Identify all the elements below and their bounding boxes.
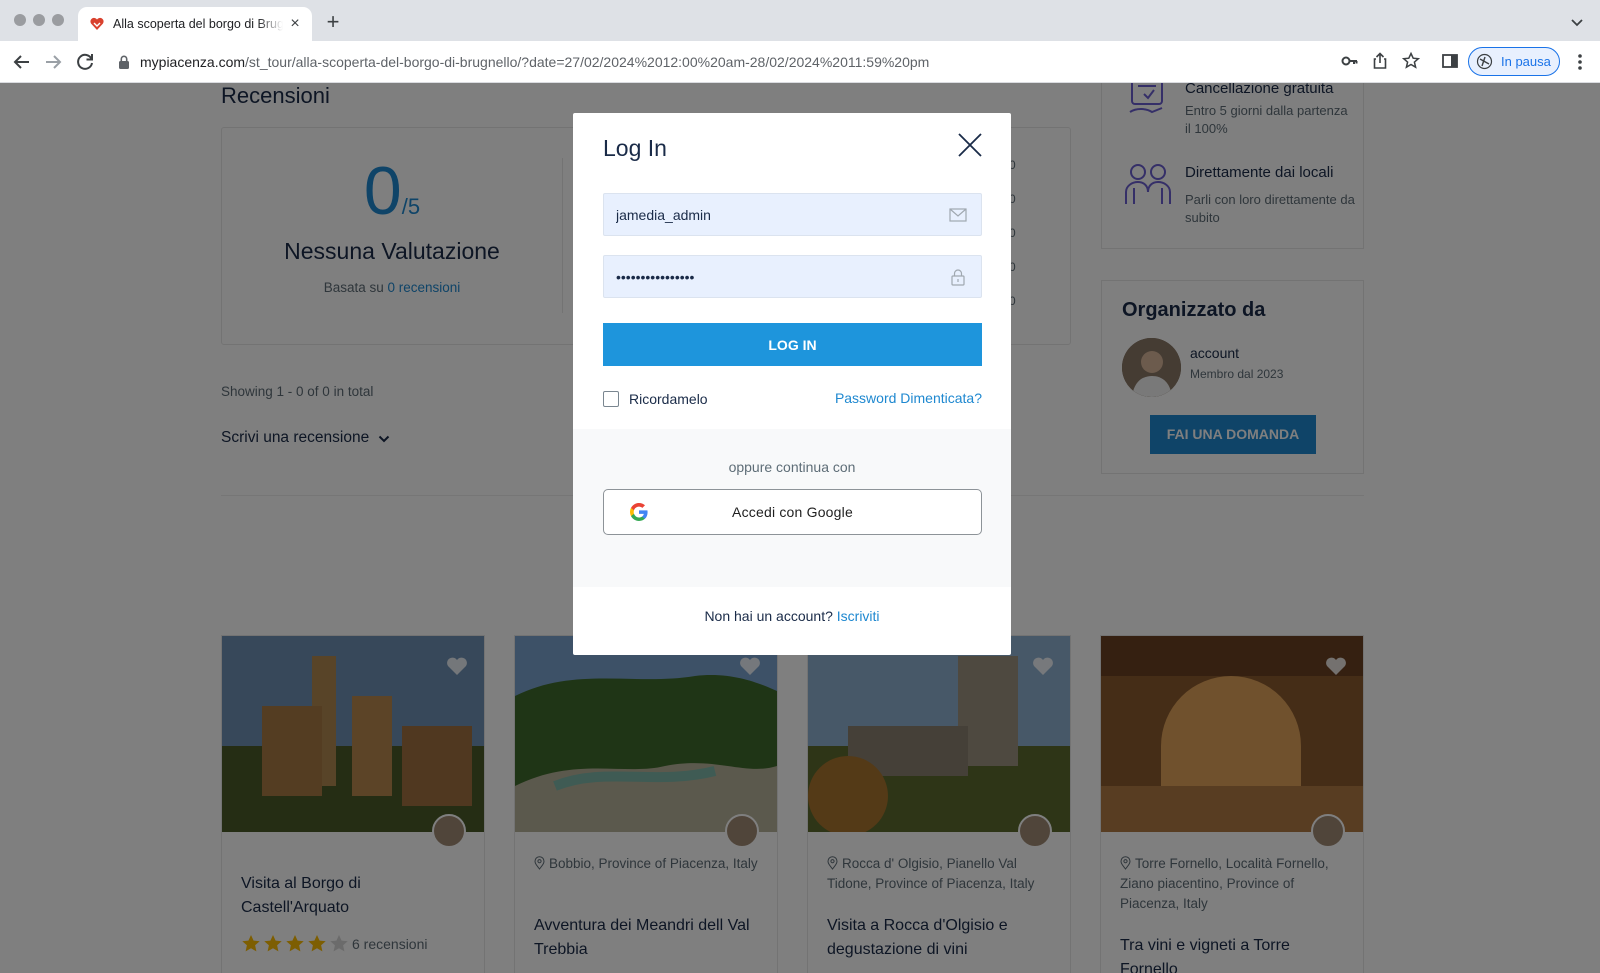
google-signin-label: Accedi con Google	[732, 504, 853, 520]
window-close-button[interactable]	[14, 14, 26, 26]
site-favicon-icon	[90, 17, 104, 30]
side-panel-icon[interactable]	[1440, 51, 1460, 71]
url-text[interactable]: mypiacenza.com/st_tour/alla-scoperta-del…	[140, 54, 929, 70]
tab-close-icon[interactable]: ×	[286, 15, 304, 33]
tab-title: Alla scoperta del borgo di Brugnello	[113, 17, 283, 31]
profile-paused-button[interactable]: In pausa	[1468, 47, 1560, 76]
close-icon[interactable]	[956, 131, 984, 159]
lock-icon[interactable]	[118, 55, 130, 69]
login-button[interactable]: LOG IN	[603, 323, 982, 366]
window-zoom-button[interactable]	[52, 14, 64, 26]
password-field[interactable]	[603, 255, 982, 298]
browser-menu-icon[interactable]	[1570, 51, 1590, 73]
forgot-password-link[interactable]: Password Dimenticata?	[835, 390, 982, 406]
signup-prompt: Non hai un account? Iscriviti	[573, 608, 1011, 624]
no-account-text: Non hai un account?	[704, 608, 833, 624]
signup-link[interactable]: Iscriviti	[837, 608, 880, 624]
tab-search-chevron-icon[interactable]	[1568, 13, 1586, 31]
address-bar[interactable]: mypiacenza.com/st_tour/alla-scoperta-del…	[108, 46, 1458, 78]
window-minimize-button[interactable]	[33, 14, 45, 26]
bookmark-star-icon[interactable]	[1401, 51, 1421, 71]
modal-title: Log In	[603, 135, 667, 161]
url-path: /st_tour/alla-scoperta-del-borgo-di-brug…	[245, 54, 930, 70]
password-input[interactable]	[616, 256, 936, 297]
remember-me-checkbox[interactable]	[603, 391, 619, 407]
new-tab-button[interactable]: +	[322, 11, 344, 33]
password-key-icon[interactable]	[1340, 51, 1360, 71]
mail-icon	[949, 208, 967, 222]
url-domain: mypiacenza.com	[140, 54, 246, 70]
username-input[interactable]	[616, 194, 936, 235]
back-arrow-icon[interactable]	[10, 50, 34, 74]
forward-arrow-icon[interactable]	[41, 50, 65, 74]
share-icon[interactable]	[1370, 51, 1390, 71]
reload-icon[interactable]	[73, 50, 97, 74]
sync-paused-icon	[1476, 53, 1493, 70]
remember-me-label[interactable]: Ricordamelo	[629, 391, 708, 407]
username-field[interactable]	[603, 193, 982, 236]
browser-tab-active[interactable]: Alla scoperta del borgo di Brugnello ×	[78, 7, 312, 41]
browser-toolbar: mypiacenza.com/st_tour/alla-scoperta-del…	[0, 41, 1600, 83]
google-signin-button[interactable]: Accedi con Google	[603, 489, 982, 535]
google-signin-inner: Accedi con Google	[618, 498, 967, 526]
or-continue-label: oppure continua con	[728, 459, 856, 475]
browser-tab-strip: Alla scoperta del borgo di Brugnello × +	[0, 0, 1600, 41]
login-modal: Log In LOG IN Ricordamelo Password Dimen…	[573, 113, 1011, 655]
padlock-icon	[951, 269, 965, 286]
profile-paused-label: In pausa	[1501, 54, 1551, 69]
